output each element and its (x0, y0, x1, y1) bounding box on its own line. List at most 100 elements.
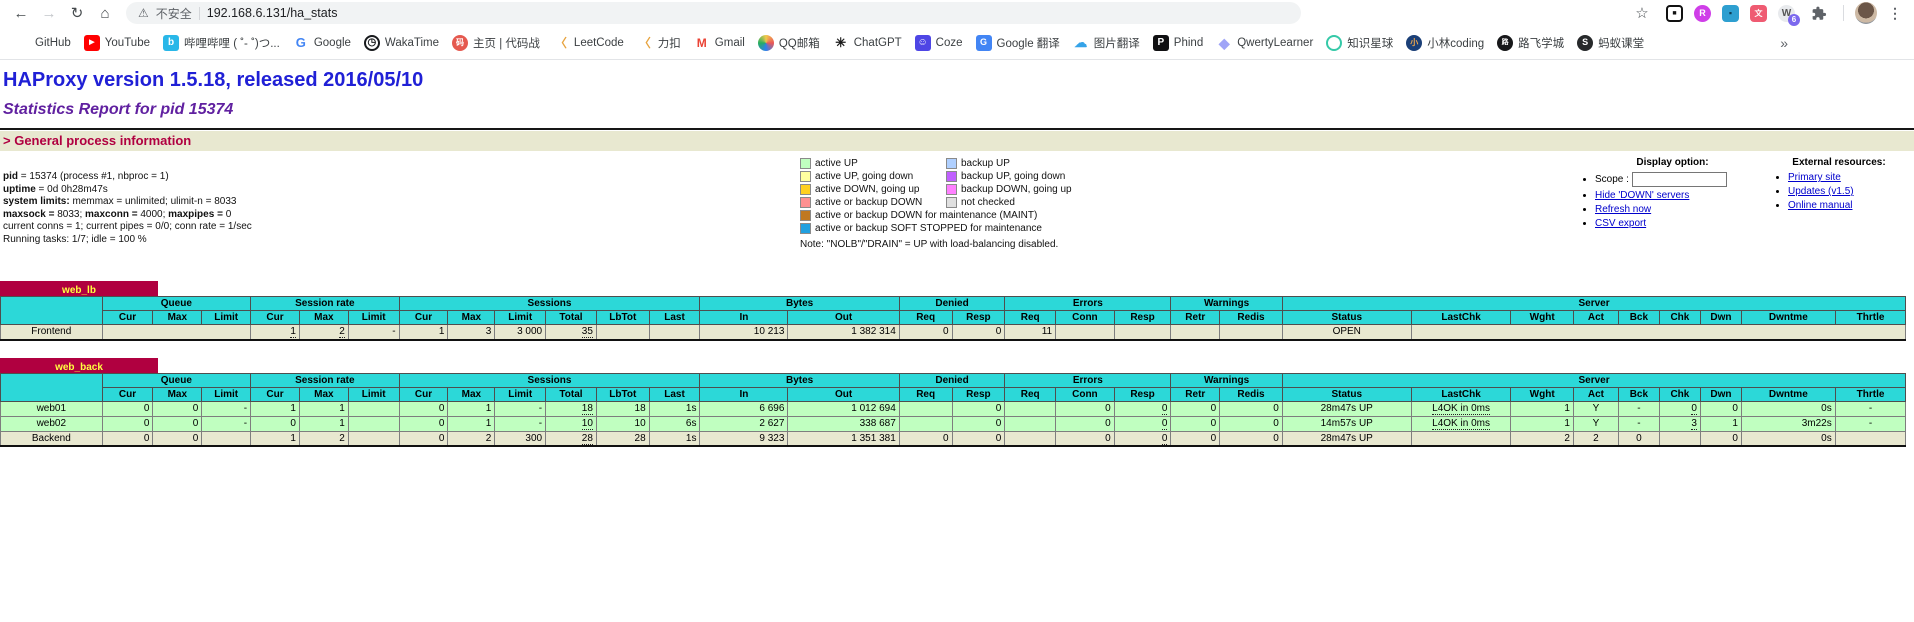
display-option-link[interactable]: Hide 'DOWN' servers (1595, 190, 1689, 201)
display-option-title: Display option: (1575, 157, 1770, 168)
stats-cell (102, 325, 250, 340)
bookmark-item[interactable]: 小小林coding (1406, 35, 1484, 51)
bookmark-favicon-icon: S (1577, 35, 1593, 51)
bookmark-item[interactable]: PPhind (1153, 35, 1203, 51)
refresh-icon[interactable]: ↻ (64, 1, 90, 25)
haproxy-version-link[interactable]: HAProxy version 1.5.18, released 2016/05… (3, 69, 423, 91)
bookmark-item[interactable]: GGoogle 翻译 (976, 35, 1060, 51)
section-header: > General process information (0, 131, 1914, 151)
extension-purple-circle-icon[interactable]: R (1694, 5, 1711, 22)
stats-cell: 35 (546, 325, 597, 340)
bookmark-star-icon[interactable]: ☆ (1629, 1, 1655, 25)
legend-entry: active DOWN, going up (800, 184, 946, 195)
legend-label: active DOWN, going up (815, 184, 920, 195)
bookmark-item[interactable]: ☺Coze (915, 35, 963, 51)
bookmark-item[interactable]: ◷WakaTime (364, 35, 439, 51)
external-resource-link[interactable]: Online manual (1788, 200, 1852, 211)
bookmark-item[interactable]: GGoogle (293, 35, 351, 51)
stats-cell: 0 (899, 431, 952, 446)
tooltip-value: L4OK in 0ms (1432, 403, 1490, 415)
stats-cell (1659, 431, 1700, 446)
column-group-header: Warnings (1171, 373, 1282, 387)
bookmark-item[interactable]: GitHub (14, 35, 71, 51)
display-option-item: Refresh now (1595, 204, 1770, 215)
legend-label: backup UP (961, 158, 1010, 169)
corner-cell (1, 297, 103, 325)
bookmark-item[interactable]: 知识星球 (1326, 35, 1393, 51)
column-group-header: Denied (899, 297, 1005, 311)
column-header: Max (299, 387, 348, 401)
stats-cell: 2 (299, 431, 348, 446)
stats-cell: 2 627 (700, 416, 788, 431)
column-header: Act (1573, 311, 1618, 325)
stats-cell: 0 (952, 416, 1005, 431)
column-header: Cur (399, 387, 448, 401)
bookmark-item[interactable]: 〈力扣 (637, 35, 681, 51)
bookmark-item[interactable]: S蚂蚁课堂 (1577, 35, 1644, 51)
external-resource-link[interactable]: Updates (v1.5) (1788, 186, 1854, 197)
bookmark-item[interactable]: 码主页 | 代码战 (452, 35, 540, 51)
legend-entry: backup UP, going down (946, 171, 1065, 182)
stats-cell: 1 382 314 (788, 325, 899, 340)
bookmark-item[interactable]: MGmail (694, 35, 745, 51)
stats-cell: 28m47s UP (1282, 401, 1411, 416)
bookmark-item[interactable]: ▶YouTube (84, 35, 150, 51)
bookmarks-bar: GitHub ▶YouTube b哔哩哔哩 ( ˚- ˚)つ... GGoogle ◷W… (0, 26, 1914, 60)
column-header: LastChk (1411, 311, 1511, 325)
proxy-name-link[interactable]: web_lb (62, 285, 96, 296)
bookmark-label: Google 翻译 (997, 35, 1060, 51)
stats-cell: 0 (1220, 431, 1283, 446)
stats-cell (1411, 431, 1511, 446)
bookmark-item[interactable]: b哔哩哔哩 ( ˚- ˚)つ... (163, 35, 280, 51)
column-header: Bck (1618, 311, 1659, 325)
menu-kebab-icon[interactable]: ⋮ (1888, 5, 1902, 22)
forward-icon[interactable]: → (36, 1, 62, 25)
bookmark-item[interactable]: 路路飞学城 (1497, 35, 1564, 51)
stats-cell: 0 (1171, 401, 1220, 416)
extension-blue-square-icon[interactable]: ▪ (1722, 5, 1739, 22)
extension-translate-icon[interactable]: 文 (1750, 5, 1767, 22)
column-header: Limit (495, 311, 546, 325)
column-header: Dwn (1700, 311, 1741, 325)
bookmark-item[interactable]: ✳ChatGPT (833, 35, 902, 51)
bookmark-label: Google (314, 37, 351, 49)
column-header: Resp (952, 311, 1005, 325)
address-bar[interactable]: ⚠ 不安全 192.168.6.131/ha_stats (126, 2, 1301, 24)
display-option-link[interactable]: CSV export (1595, 218, 1646, 229)
column-header: Status (1282, 311, 1411, 325)
proxy-name-link[interactable]: web_back (55, 362, 103, 373)
bookmark-item[interactable]: QQ邮箱 (758, 35, 820, 51)
bookmark-label: Coze (936, 37, 963, 49)
stats-cell: 1 (448, 416, 495, 431)
stats-cell: Y (1573, 416, 1618, 431)
scope-input[interactable] (1632, 172, 1727, 187)
bookmarks-overflow-chevron[interactable]: » (1780, 35, 1788, 51)
bookmark-item[interactable]: ☁图片翻译 (1073, 35, 1140, 51)
proxy-caption: web_back (0, 358, 158, 373)
stats-cell: 3m22s (1741, 416, 1835, 431)
table-column-header-row: CurMaxLimitCurMaxLimitCurMaxLimitTotalLb… (1, 311, 1906, 325)
stats-cell: 1 012 694 (788, 401, 899, 416)
profile-avatar[interactable] (1855, 2, 1877, 24)
scope-option: Scope : (1595, 172, 1770, 187)
stats-cell (1114, 325, 1171, 340)
bookmark-favicon-icon: 〈 (553, 35, 569, 51)
stats-cell: 0 (1700, 401, 1741, 416)
extension-w-icon[interactable]: W6 (1778, 5, 1795, 22)
legend-row: active or backup DOWNnot checked (800, 196, 1072, 209)
extension-black-square-icon[interactable]: ■ (1666, 5, 1683, 22)
tooltip-value: 0 (1162, 418, 1168, 430)
extensions-puzzle-icon[interactable] (1806, 1, 1832, 25)
home-icon[interactable]: ⌂ (92, 1, 118, 25)
display-option-link[interactable]: Refresh now (1595, 204, 1651, 215)
stats-row-web01: web0100-1101-18181s6 6961 012 6940000028… (1, 401, 1906, 416)
stats-cell (899, 401, 952, 416)
not-secure-label: 不安全 (156, 5, 192, 22)
stats-cell: 0 (1171, 431, 1220, 446)
bookmark-favicon-icon: 小 (1406, 35, 1422, 51)
legend-entry: active UP, going down (800, 171, 946, 182)
bookmark-item[interactable]: ◆QwertyLearner (1216, 35, 1313, 51)
back-icon[interactable]: ← (8, 1, 34, 25)
external-resource-link[interactable]: Primary site (1788, 172, 1841, 183)
bookmark-item[interactable]: 〈LeetCode (553, 35, 624, 51)
